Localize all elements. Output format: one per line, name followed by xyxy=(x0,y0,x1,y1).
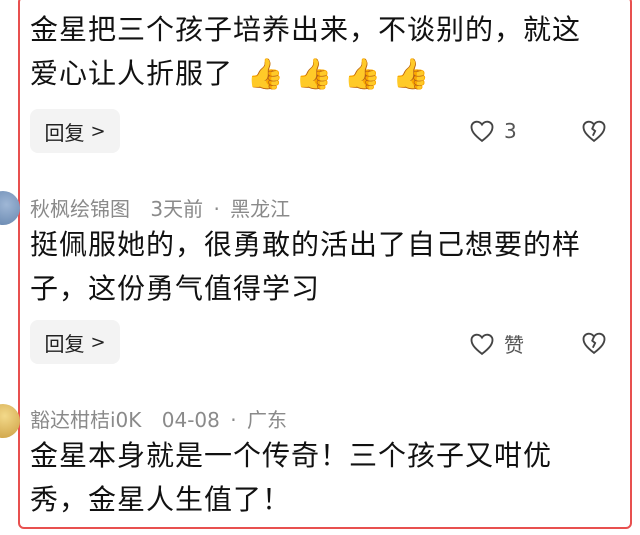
reply-button[interactable]: 回复 > xyxy=(30,109,120,153)
reply-button[interactable]: 回复 > xyxy=(30,320,120,364)
thumbs-up-icon: 👍 xyxy=(295,57,334,92)
comment-location: 黑龙江 xyxy=(230,197,291,221)
comment-3-text-line1: 金星本身就是一个传奇！三个孩子又咁优 xyxy=(30,439,553,472)
author-name[interactable]: 豁达柑桔i0K xyxy=(30,408,141,432)
chevron-right-icon: > xyxy=(90,120,106,142)
comment-2-meta: 秋枫绘锦图 3天前 · 黑龙江 xyxy=(30,193,290,222)
avatar[interactable] xyxy=(0,191,20,225)
chevron-right-icon: > xyxy=(90,331,106,353)
comment-time: 3天前 xyxy=(150,197,204,221)
comment-2-text-line1: 挺佩服她的，很勇敢的活出了自己想要的样 xyxy=(30,228,582,261)
thumbs-up-icon: 👍 xyxy=(343,57,382,92)
comment-3-meta: 豁达柑桔i0K 04-08 · 广东 xyxy=(30,404,287,433)
comment-1-text: 金星把三个孩子培养出来，不谈别的，就这 爱心让人折服了 👍 👍 👍 👍 xyxy=(30,8,615,96)
broken-heart-icon[interactable] xyxy=(580,117,608,145)
thumbs-up-emoji-row: 👍 👍 👍 👍 xyxy=(247,60,430,90)
avatar[interactable] xyxy=(0,404,20,438)
like-count: 3 xyxy=(504,119,517,143)
comment-time: 04-08 xyxy=(161,408,220,432)
comment-1-text-line2: 爱心让人折服了 xyxy=(30,57,234,90)
like-button[interactable]: 赞 xyxy=(468,329,524,358)
comment-2-text-line2: 子，这份勇气值得学习 xyxy=(30,272,321,305)
comment-location: 广东 xyxy=(246,408,287,432)
heart-icon xyxy=(470,120,494,143)
reply-button-label: 回复 xyxy=(44,120,85,145)
heart-icon xyxy=(470,333,494,355)
comment-1-text-line1: 金星把三个孩子培养出来，不谈别的，就这 xyxy=(30,13,582,46)
author-name[interactable]: 秋枫绘锦图 xyxy=(30,197,130,221)
thumbs-up-icon: 👍 xyxy=(246,57,286,92)
meta-separator: · xyxy=(230,408,237,432)
comment-2-text: 挺佩服她的，很勇敢的活出了自己想要的样 子，这份勇气值得学习 xyxy=(30,223,615,311)
broken-heart-icon[interactable] xyxy=(580,329,608,357)
comment-3-text: 金星本身就是一个传奇！三个孩子又咁优 秀，金星人生值了！ xyxy=(30,434,615,522)
reply-button-label: 回复 xyxy=(44,331,85,356)
comment-3-text-line2: 秀，金星人生值了！ xyxy=(30,483,292,516)
meta-separator: · xyxy=(213,197,220,221)
thumbs-up-icon: 👍 xyxy=(392,57,431,92)
like-button[interactable]: 3 xyxy=(468,117,517,145)
like-label: 赞 xyxy=(504,333,524,357)
